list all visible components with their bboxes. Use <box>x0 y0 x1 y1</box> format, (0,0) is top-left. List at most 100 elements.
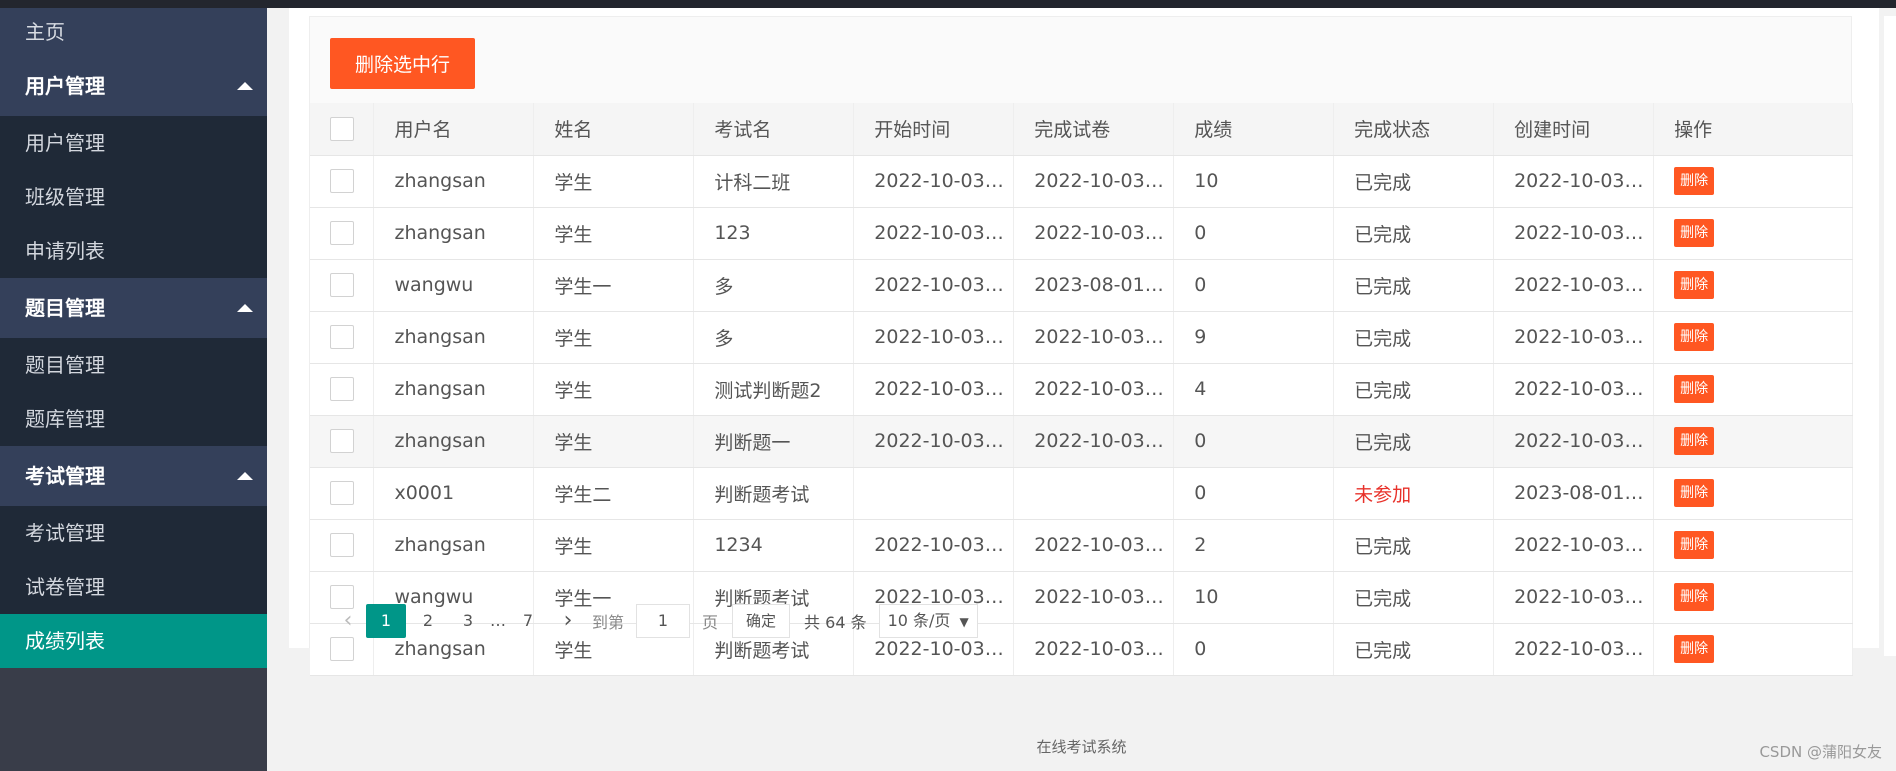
table-row[interactable]: x0001 学生二 判断题考试 0 未参加 2023-08-01… 删除 <box>310 467 1853 520</box>
row-delete-button[interactable]: 删除 <box>1674 583 1715 611</box>
cell-exam: 判断题一 <box>693 415 855 468</box>
table-row[interactable]: zhangsan 学生 判断题一 2022-10-03… 2022-10-03… 0 已完成… <box>310 415 1853 468</box>
page-1-button[interactable]: 1 <box>366 604 406 638</box>
delete-selected-button[interactable]: 删除选中行 <box>330 38 475 89</box>
column-header-score[interactable]: 成绩 <box>1173 103 1335 156</box>
table-row[interactable]: wangwu 学生一多 2022-10-03… 2023-08-01… 0 已完成 2022… <box>310 259 1853 312</box>
select-all-checkbox[interactable] <box>330 116 354 141</box>
row-checkbox[interactable] <box>330 169 354 193</box>
cell-start: 2022-10-03… <box>853 311 1015 364</box>
cell-finish: 2022-10-03… <box>1013 571 1175 624</box>
main-area: 删除选中行 用户名 姓名 考试名 开始时间 完成试卷 成绩 完成状态 创建时间 … <box>267 8 1896 771</box>
caret-up-icon <box>237 304 253 312</box>
table-row[interactable]: zhangsan 学生 123 2022-10-03… 2022-10-03… 0 已完成 2… <box>310 207 1853 260</box>
sidebar-item-question-manage[interactable]: 题目管理 <box>0 338 267 392</box>
cell-finish <box>1013 467 1175 520</box>
cell-action: 删除 <box>1653 207 1853 260</box>
cell-status: 已完成 <box>1333 415 1495 468</box>
row-delete-button[interactable]: 删除 <box>1674 271 1715 299</box>
row-select-cell[interactable] <box>310 519 375 572</box>
column-header-username[interactable]: 用户名 <box>373 103 535 156</box>
cell-start: 2022-10-03… <box>853 207 1015 260</box>
row-checkbox[interactable] <box>330 533 354 557</box>
column-header-name[interactable]: 姓名 <box>533 103 695 156</box>
sidebar-item-bank-manage[interactable]: 题库管理 <box>0 392 267 446</box>
row-checkbox[interactable] <box>330 481 354 505</box>
cell-finish: 2022-10-03… <box>1013 519 1175 572</box>
row-delete-button[interactable]: 删除 <box>1674 323 1715 351</box>
cell-name: 学生 <box>533 363 695 416</box>
pagination: ‹ 1 2 3 … 7 › 到第 1 页 确定 共 64 条 10 条/页 ▼ <box>330 603 978 639</box>
goto-label: 到第 <box>592 613 625 632</box>
row-select-cell[interactable] <box>310 415 375 468</box>
column-header-created[interactable]: 创建时间 <box>1493 103 1655 156</box>
cell-action: 删除 <box>1653 415 1853 468</box>
sidebar-group-question[interactable]: 题目管理 <box>0 278 267 338</box>
column-header-start[interactable]: 开始时间 <box>853 103 1015 156</box>
sidebar-item-exam-manage[interactable]: 考试管理 <box>0 506 267 560</box>
sidebar-item-class-manage[interactable]: 班级管理 <box>0 170 267 224</box>
sidebar-group-label: 考试管理 <box>25 464 105 488</box>
page-unit-label: 页 <box>702 613 719 632</box>
row-delete-button[interactable]: 删除 <box>1674 635 1715 663</box>
next-page-icon[interactable]: › <box>550 604 586 638</box>
goto-page-input[interactable]: 1 <box>636 604 691 638</box>
column-header-finish[interactable]: 完成试卷 <box>1013 103 1175 156</box>
chevron-down-icon: ▼ <box>959 615 969 629</box>
row-delete-button[interactable]: 删除 <box>1674 219 1715 247</box>
cell-name: 学生 <box>533 155 695 208</box>
row-select-cell[interactable] <box>310 467 375 520</box>
footer: 在线考试系统 <box>1036 738 1127 756</box>
row-delete-button[interactable]: 删除 <box>1674 167 1715 195</box>
sidebar-group-label: 用户管理 <box>25 74 105 98</box>
cell-username: wangwu <box>373 259 535 312</box>
column-header-exam[interactable]: 考试名 <box>693 103 855 156</box>
page-7-button[interactable]: 7 <box>510 604 546 638</box>
row-checkbox[interactable] <box>330 221 354 245</box>
cell-status: 已完成 <box>1333 311 1495 364</box>
table-row[interactable]: zhangsan 学生 计科二班 2022-10-03… 2022-10-03… 10 已完… <box>310 155 1853 208</box>
table-row[interactable]: zhangsan 学生 测试判断题2 2022-10-03… 2022-10-03… 4 已… <box>310 363 1853 416</box>
cell-status: 已完成 <box>1333 571 1495 624</box>
row-checkbox[interactable] <box>330 377 354 401</box>
sidebar-item-home[interactable]: 主页 <box>0 8 267 56</box>
sidebar-group-label: 题目管理 <box>25 296 105 320</box>
sidebar-item-paper-manage[interactable]: 试卷管理 <box>0 560 267 614</box>
cell-created: 2023-08-01… <box>1493 467 1655 520</box>
cell-username: x0001 <box>373 467 535 520</box>
row-select-cell[interactable] <box>310 363 375 416</box>
row-checkbox[interactable] <box>330 637 354 661</box>
sidebar-item-score-list[interactable]: 成绩列表 <box>0 614 267 668</box>
row-delete-button[interactable]: 删除 <box>1674 479 1715 507</box>
page-size-value: 10 条/页 <box>887 611 951 630</box>
row-delete-button[interactable]: 删除 <box>1674 531 1715 559</box>
row-checkbox[interactable] <box>330 325 354 349</box>
column-header-status[interactable]: 完成状态 <box>1333 103 1495 156</box>
page-3-button[interactable]: 3 <box>450 604 486 638</box>
row-delete-button[interactable]: 删除 <box>1674 375 1715 403</box>
cell-finish: 2022-10-03… <box>1013 207 1175 260</box>
row-select-cell[interactable] <box>310 311 375 364</box>
cell-start: 2022-10-03… <box>853 415 1015 468</box>
sidebar-group-exam[interactable]: 考试管理 <box>0 446 267 506</box>
cell-score: 0 <box>1173 415 1335 468</box>
page-size-select[interactable]: 10 条/页 ▼ <box>878 604 978 638</box>
select-all-cell[interactable] <box>310 103 375 156</box>
cell-finish: 2022-10-03… <box>1013 311 1175 364</box>
row-select-cell[interactable] <box>310 207 375 260</box>
row-select-cell[interactable] <box>310 155 375 208</box>
scrollbar-track[interactable] <box>1884 16 1896 656</box>
row-delete-button[interactable]: 删除 <box>1674 427 1715 455</box>
cell-score: 0 <box>1173 467 1335 520</box>
prev-page-icon[interactable]: ‹ <box>330 604 366 638</box>
goto-confirm-button[interactable]: 确定 <box>732 604 791 638</box>
row-select-cell[interactable] <box>310 259 375 312</box>
table-row[interactable]: zhangsan 学生 1234 2022-10-03… 2022-10-03… 2 已完成… <box>310 519 1853 572</box>
row-checkbox[interactable] <box>330 273 354 297</box>
sidebar-item-apply-list[interactable]: 申请列表 <box>0 224 267 278</box>
table-row[interactable]: zhangsan 学生多 2022-10-03… 2022-10-03… 9 已完成 202… <box>310 311 1853 364</box>
sidebar-group-user[interactable]: 用户管理 <box>0 56 267 116</box>
page-2-button[interactable]: 2 <box>410 604 446 638</box>
row-checkbox[interactable] <box>330 429 354 453</box>
sidebar-item-user-manage[interactable]: 用户管理 <box>0 116 267 170</box>
